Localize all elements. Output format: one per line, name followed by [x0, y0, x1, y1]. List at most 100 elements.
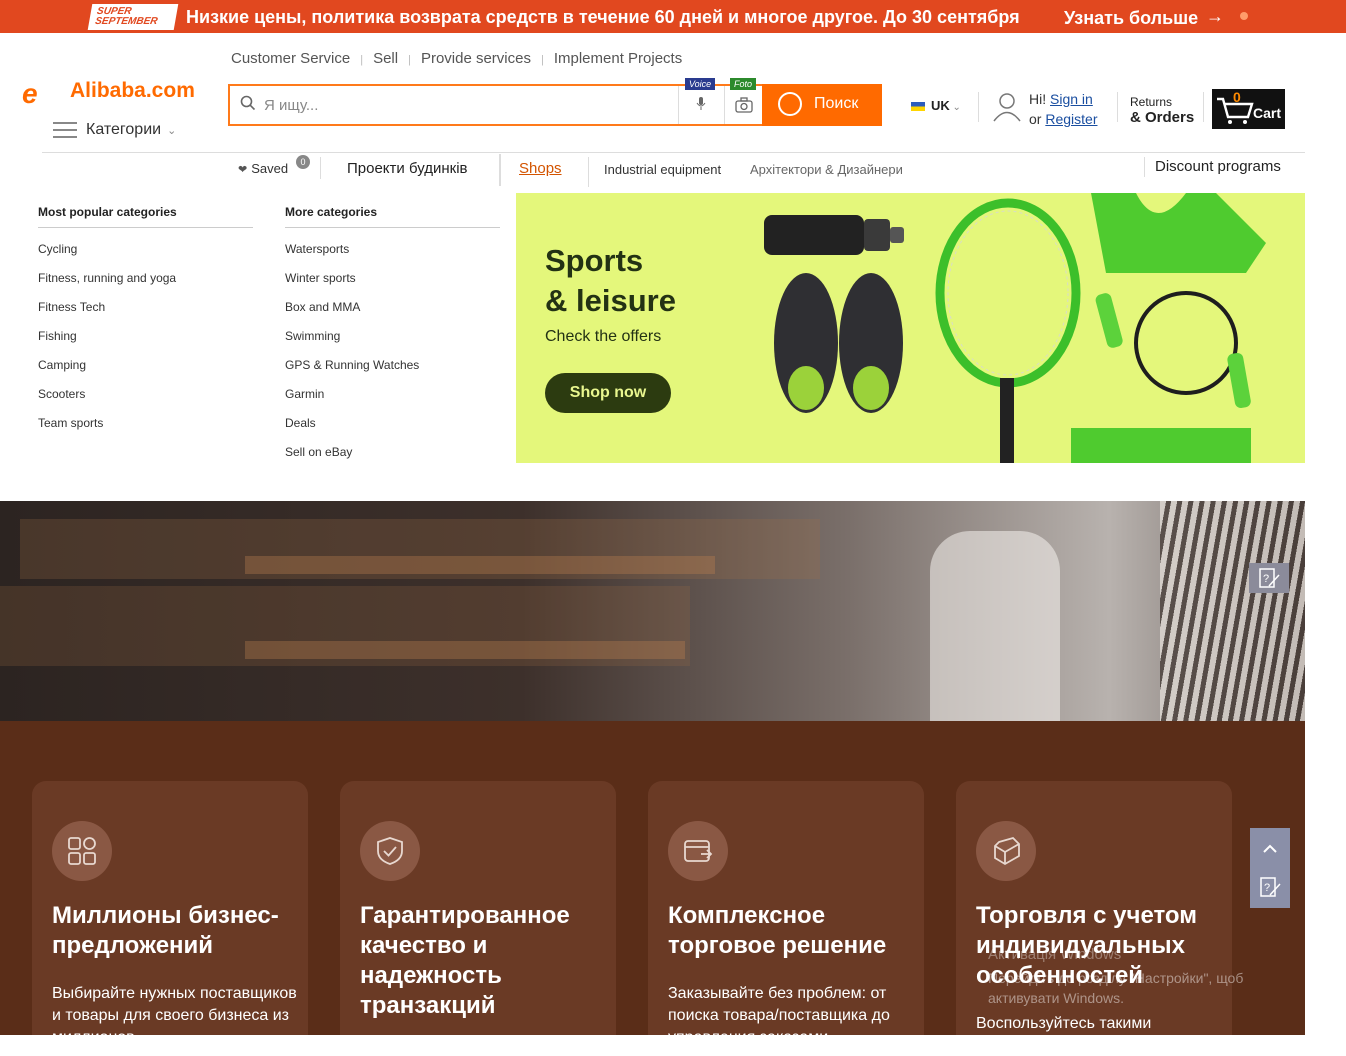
list-item[interactable]: Scooters: [38, 387, 176, 416]
more-categories-title: More categories: [285, 205, 378, 219]
list-item[interactable]: Deals: [285, 416, 419, 445]
search-icon: [240, 95, 256, 111]
returns-label: Returns: [1130, 95, 1173, 109]
sell-link[interactable]: Sell: [373, 50, 398, 67]
banner-subtitle: Check the offers: [545, 328, 662, 345]
list-item[interactable]: Fitness Tech: [38, 300, 176, 329]
windows-activation-text: Перейдіть до розділу "Настройки", щоб ак…: [988, 968, 1243, 1008]
tab-shops[interactable]: Shops: [519, 160, 562, 177]
promo-dot-icon: [1240, 12, 1248, 20]
feature-icon-circle: [668, 821, 728, 881]
sports-leisure-banner[interactable]: Sports & leisure Check the offers Shop n…: [516, 193, 1305, 463]
menu-icon: [53, 121, 77, 138]
saved-link[interactable]: ❤ Saved 0: [238, 155, 310, 176]
cart-button[interactable]: 0 Cart: [1212, 89, 1285, 129]
promo-text: Низкие цены, политика возврата средств в…: [186, 7, 1020, 27]
search-icon: [778, 92, 802, 116]
tab-house-projects[interactable]: Проекти будинків: [347, 160, 468, 177]
sign-in-block: Hi! Sign in or Register: [1029, 89, 1097, 129]
tab-architects-designers[interactable]: Архітектори & Дизайнери: [750, 162, 903, 177]
windows-activation-title: Активація Windows: [988, 946, 1122, 963]
or-text: or: [1029, 111, 1042, 127]
list-item[interactable]: GPS & Running Watches: [285, 358, 419, 387]
feedback-edit-icon[interactable]: ?: [1249, 563, 1289, 593]
list-item[interactable]: Winter sports: [285, 271, 419, 300]
alibaba-logo[interactable]: e Alibaba.com: [22, 76, 208, 109]
implement-projects-link[interactable]: Implement Projects: [554, 50, 682, 67]
scroll-to-top-button[interactable]: [1250, 828, 1290, 868]
feature-description: Воспользуйтесь такими: [976, 1015, 1152, 1032]
cube-icon: [994, 836, 1020, 866]
image-search-button[interactable]: [724, 86, 764, 124]
banner-title: Sports & leisure: [545, 241, 676, 321]
popular-categories-list: Cycling Fitness, running and yoga Fitnes…: [38, 242, 176, 445]
feedback-edit-icon[interactable]: ?: [1250, 868, 1290, 908]
feature-icon-circle: [360, 821, 420, 881]
foto-tag: Foto: [730, 78, 757, 90]
categories-button[interactable]: Категории ⌄: [53, 121, 176, 145]
heart-icon: ❤: [238, 164, 248, 176]
feature-card[interactable]: Гарантированное качество и надежность тр…: [340, 781, 616, 1035]
watermark-line2: Перейдіть до розділу "Настройки", щоб: [988, 970, 1244, 986]
feature-title: Миллионы бизнес-предложений: [52, 902, 279, 959]
search-input[interactable]: [264, 92, 664, 118]
language-selector[interactable]: UK ⌄: [911, 98, 961, 113]
voice-search-button[interactable]: [678, 86, 724, 124]
list-item[interactable]: Swimming: [285, 329, 419, 358]
customer-service-link[interactable]: Customer Service: [231, 50, 350, 67]
discount-programs-link[interactable]: Discount programs: [1155, 158, 1281, 175]
sports-products-image: [764, 193, 1266, 463]
feature-icon-circle: [52, 821, 112, 881]
chevron-down-icon: ⌄: [167, 125, 177, 137]
feature-title: Гарантированное качество и надежность тр…: [360, 902, 570, 1019]
list-item[interactable]: Box and MMA: [285, 300, 419, 329]
floating-controls: ?: [1250, 828, 1290, 908]
sign-in-link[interactable]: Sign in: [1050, 91, 1093, 107]
saved-label: Saved: [251, 161, 289, 176]
banner-title-line1: Sports: [545, 243, 644, 278]
ukraine-flag-icon: [911, 102, 925, 112]
feature-title: Комплексное торговое решение: [668, 902, 887, 959]
divider: [285, 227, 500, 228]
list-item[interactable]: Fitness, running and yoga: [38, 271, 176, 300]
list-item[interactable]: Team sports: [38, 416, 176, 445]
orders-label: & Orders: [1130, 109, 1195, 126]
divider: [38, 227, 253, 228]
feature-description: Заказывайте без проблем: от поиска товар…: [668, 985, 890, 1035]
camera-icon: [735, 97, 753, 113]
search-button-label: Поиск: [814, 95, 859, 112]
cart-count: 0: [1233, 89, 1241, 105]
list-item[interactable]: Sell on eBay: [285, 445, 419, 474]
shop-now-button[interactable]: Shop now: [545, 373, 671, 413]
logo-mark: e: [22, 78, 38, 109]
top-links: Customer Service | Sell | Provide services | I…: [231, 50, 683, 67]
payment-card-icon: [684, 840, 713, 862]
list-item[interactable]: Watersports: [285, 242, 419, 271]
header-divider: [42, 152, 1305, 153]
register-link[interactable]: Register: [1045, 111, 1097, 127]
search-bar: Voice Foto Поиск: [228, 78, 882, 126]
user-icon[interactable]: [991, 90, 1023, 122]
popular-categories-title: Most popular categories: [38, 205, 177, 219]
feature-card[interactable]: Комплексное торговое решение Заказывайте…: [648, 781, 924, 1035]
promo-learn-more-link[interactable]: Узнать больше: [1064, 8, 1198, 29]
voice-tag: Voice: [685, 78, 716, 90]
search-button[interactable]: Поиск: [762, 84, 882, 126]
promo-bar[interactable]: SUPER SEPTEMBER Низкие цены, политика во…: [0, 0, 1346, 33]
list-item[interactable]: Camping: [38, 358, 176, 387]
provide-services-link[interactable]: Provide services: [421, 50, 531, 67]
tab-industrial-equipment[interactable]: Industrial equipment: [604, 162, 721, 177]
feature-card[interactable]: Миллионы бизнес-предложений Выбирайте ну…: [32, 781, 308, 1035]
svg-text:?: ?: [1263, 573, 1269, 585]
list-item[interactable]: Cycling: [38, 242, 176, 271]
grid-icon: [68, 837, 96, 865]
list-item[interactable]: Garmin: [285, 387, 419, 416]
cart-label: Cart: [1253, 105, 1282, 121]
tab-divider: [499, 154, 501, 186]
language-label: UK: [931, 98, 950, 113]
super-september-badge: SUPER SEPTEMBER: [87, 4, 179, 30]
list-item[interactable]: Fishing: [38, 329, 176, 358]
returns-orders-link[interactable]: Returns & Orders: [1130, 94, 1194, 126]
watermark-line3: активувати Windows.: [988, 990, 1124, 1006]
microphone-icon: [696, 97, 706, 110]
